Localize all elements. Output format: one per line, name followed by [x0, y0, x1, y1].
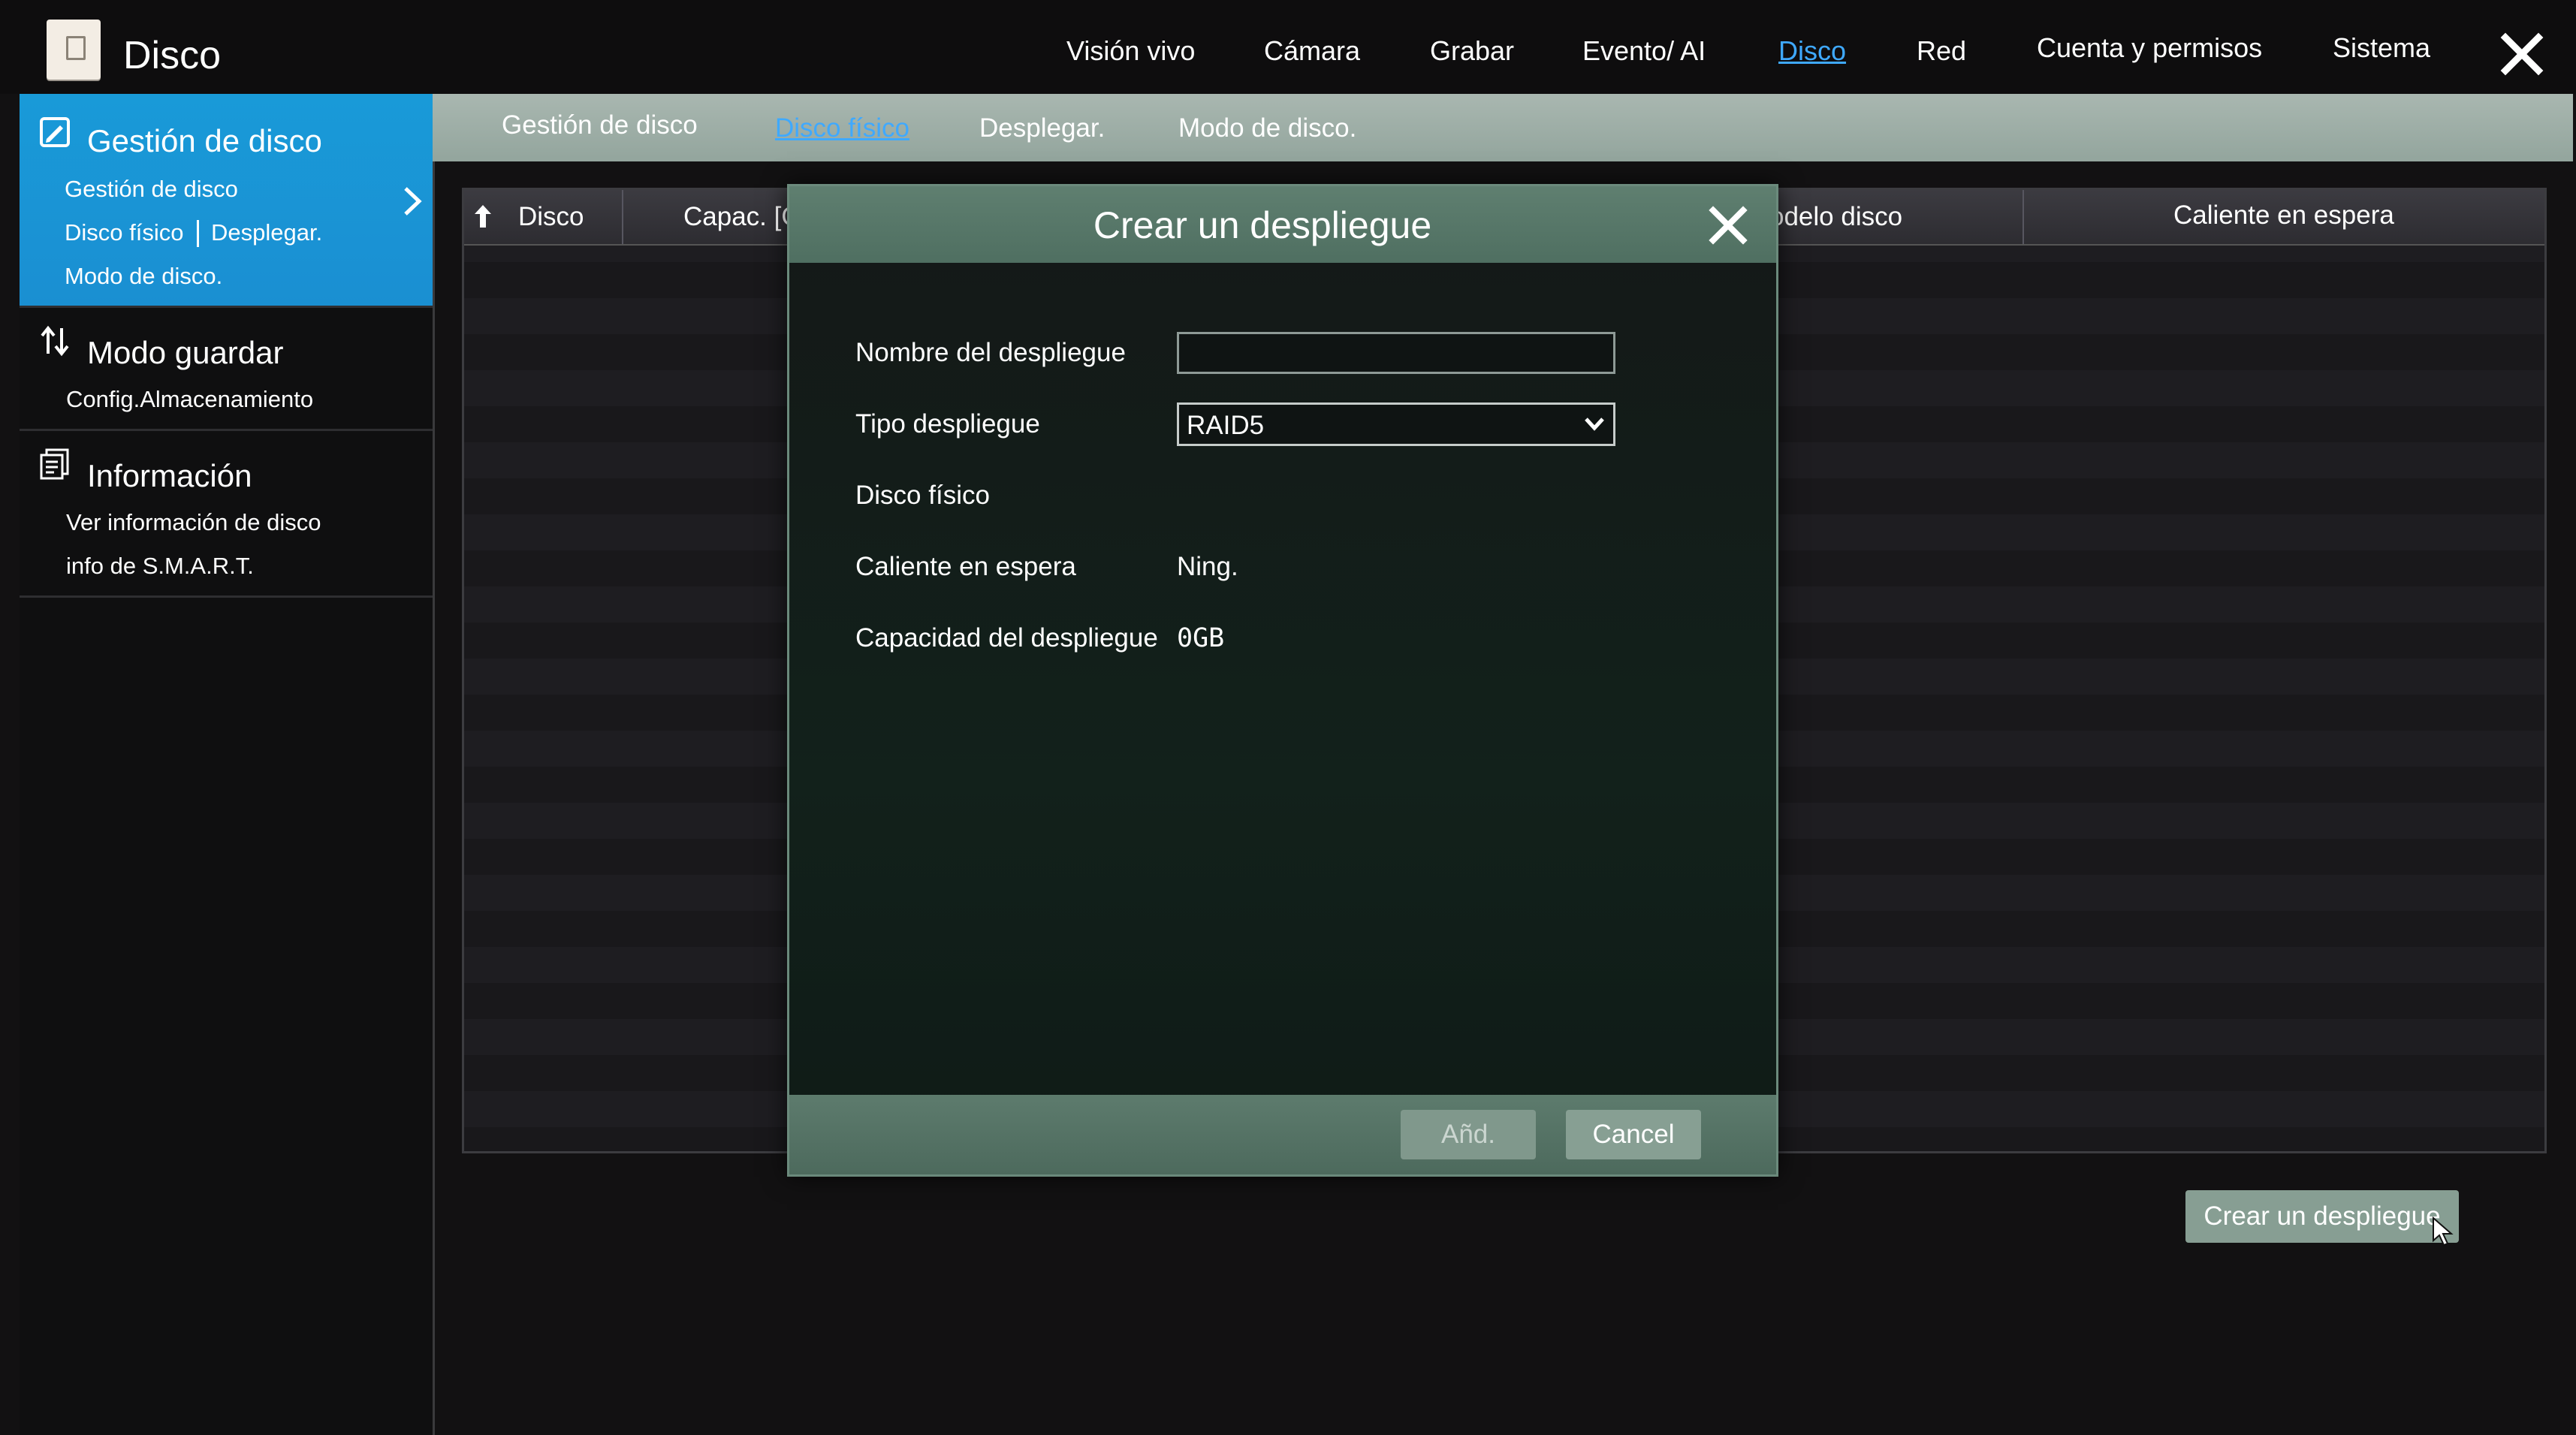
top-bar: Disco Visión vivo Cámara Grabar Evento/ … [0, 0, 2576, 94]
close-icon[interactable] [2499, 32, 2544, 77]
document-info-icon [40, 448, 69, 480]
up-down-arrows-icon [41, 325, 69, 357]
physical-disk-label: Disco físico [855, 481, 990, 510]
sidebar-link-disk-mode[interactable]: Modo de disco. [65, 262, 222, 291]
deployment-capacity-value: 0GB [1177, 623, 1225, 653]
deployment-type-select[interactable]: RAID5 [1177, 402, 1615, 446]
deployment-name-input[interactable] [1177, 332, 1615, 374]
sidebar-link-physical-disk[interactable]: Disco físico [65, 219, 183, 247]
chevron-down-icon [1585, 418, 1604, 431]
deployment-name-label: Nombre del despliegue [855, 338, 1126, 367]
hot-spare-value: Ning. [1177, 552, 1238, 581]
nav-record[interactable]: Grabar [1430, 35, 1514, 68]
dialog-footer: Añd. Cancel [789, 1095, 1776, 1174]
nav-network[interactable]: Red [1917, 35, 1966, 68]
dialog-header: Crear un despliegue [789, 186, 1776, 263]
column-header-hot-spare[interactable]: Caliente en espera [2173, 199, 2394, 232]
link-separator [197, 220, 199, 247]
disk-edit-icon [40, 117, 70, 147]
sidebar-link-disk-management[interactable]: Gestión de disco [65, 175, 238, 203]
hot-spare-label: Caliente en espera [855, 552, 1076, 581]
sidebar-link-storage-config[interactable]: Config.Almacenamiento [66, 385, 313, 414]
sub-tab-bar: Gestión de disco Disco físico Desplegar.… [433, 94, 2573, 161]
column-divider [622, 190, 623, 244]
sort-up-arrow-icon[interactable] [472, 202, 494, 231]
sidebar-title: Información [87, 458, 252, 493]
sidebar-title: Modo guardar [87, 335, 284, 370]
sidebar-link-deploy[interactable]: Desplegar. [211, 219, 322, 247]
nav-system[interactable]: Sistema [2333, 32, 2430, 65]
dialog-title: Crear un despliegue [1093, 204, 1432, 246]
create-deployment-button[interactable]: Crear un despliegue [2185, 1190, 2459, 1243]
close-icon[interactable] [1707, 204, 1749, 246]
sidebar-section-save-mode[interactable]: Modo guardar Config.Almacenamiento [20, 306, 433, 431]
deployment-type-label: Tipo despliegue [855, 409, 1040, 439]
nav-disk[interactable]: Disco [1778, 35, 1846, 68]
disk-app-icon [47, 20, 101, 80]
nav-account-permissions[interactable]: Cuenta y permisos [2037, 32, 2262, 65]
create-deployment-dialog: Crear un despliegue Nombre del despliegu… [787, 184, 1778, 1177]
tab-disk-mode[interactable]: Modo de disco. [1178, 112, 1356, 145]
app-title: Disco [123, 34, 222, 77]
add-button[interactable]: Añd. [1401, 1110, 1536, 1159]
sidebar-section-information[interactable]: Información Ver información de disco inf… [20, 429, 433, 598]
column-header-disk[interactable]: Disco [518, 200, 584, 234]
deployment-type-value: RAID5 [1187, 411, 1265, 440]
sidebar-section-disk-management[interactable]: Gestión de disco Gestión de disco Disco … [20, 94, 433, 308]
sidebar: Gestión de disco Gestión de disco Disco … [20, 94, 435, 1435]
column-header-capacity[interactable]: Capac. [G [683, 200, 802, 234]
sidebar-link-disk-info[interactable]: Ver información de disco [66, 508, 321, 537]
cancel-button[interactable]: Cancel [1566, 1110, 1701, 1159]
tab-disk-management[interactable]: Gestión de disco [502, 109, 698, 142]
column-divider [2022, 190, 2024, 244]
sidebar-title: Gestión de disco [87, 123, 322, 158]
nav-event-ai[interactable]: Evento/ AI [1582, 35, 1706, 68]
tab-physical-disk[interactable]: Disco físico [775, 112, 909, 145]
nav-camera[interactable]: Cámara [1264, 35, 1360, 68]
column-header-disk-model[interactable]: odelo disco [1769, 200, 1902, 234]
mouse-cursor-icon [2433, 1216, 2454, 1247]
chevron-right-icon [404, 187, 422, 216]
deployment-capacity-label: Capacidad del despliegue [855, 623, 1158, 653]
sidebar-link-smart-info[interactable]: info de S.M.A.R.T. [66, 552, 254, 580]
tab-deploy[interactable]: Desplegar. [979, 112, 1105, 145]
nav-live-view[interactable]: Visión vivo [1066, 35, 1195, 68]
